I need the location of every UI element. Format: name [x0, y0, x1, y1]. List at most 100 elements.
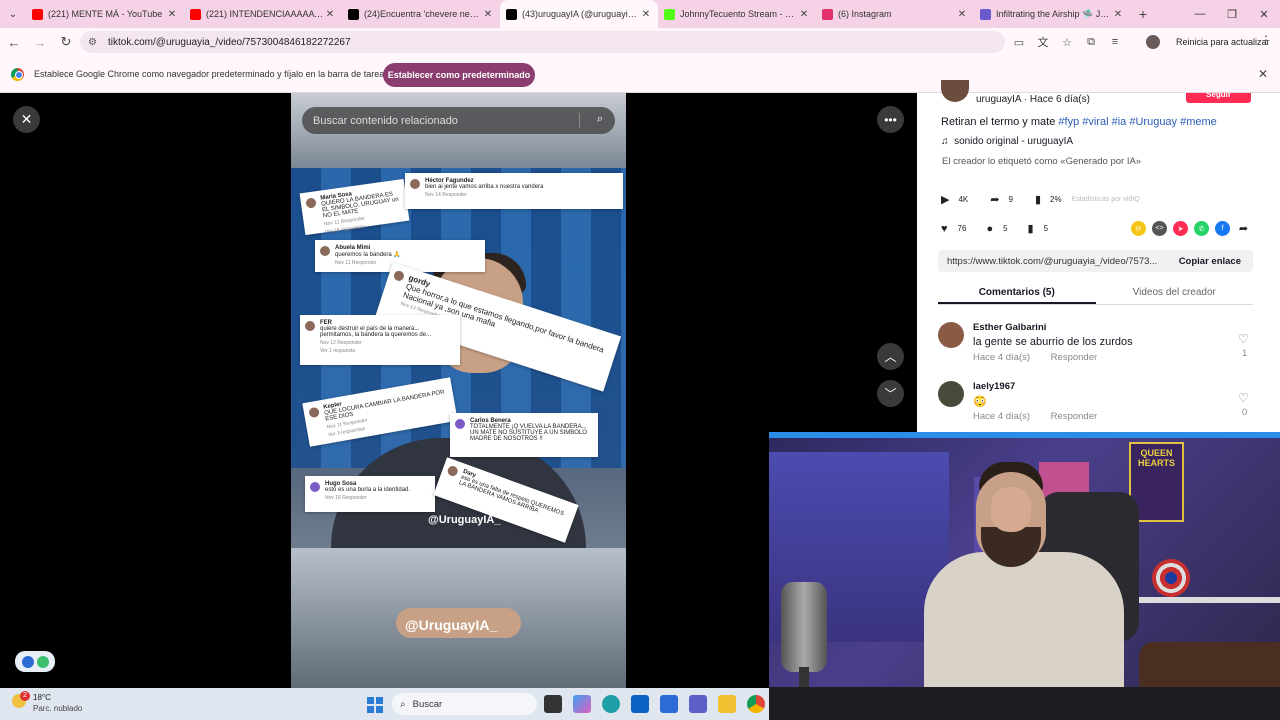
hashtag-link[interactable]: #fyp: [1058, 116, 1079, 128]
heart-icon[interactable]: ♥: [941, 223, 948, 235]
set-default-button[interactable]: Establecer como predeterminado: [383, 63, 535, 87]
tab-comments[interactable]: Comentarios (5): [938, 283, 1096, 304]
heart-outline-icon[interactable]: ♡: [1238, 332, 1249, 346]
browser-tab[interactable]: (221) INTENDENCIAAAAA | CLUB ✕: [184, 0, 342, 28]
comment-author[interactable]: Esther Galbarini: [973, 322, 1046, 333]
hashtag-link[interactable]: #viral: [1082, 116, 1108, 128]
close-tab-icon[interactable]: ✕: [482, 9, 494, 20]
author-line[interactable]: uruguayIA · Hace 6 día(s): [976, 94, 1090, 105]
minimize-icon[interactable]: —: [1184, 0, 1216, 28]
outlook-icon[interactable]: [631, 695, 649, 713]
card-text: quiere destruir el país de la manera... …: [320, 326, 432, 338]
translate-icon[interactable]: 文: [1034, 32, 1052, 52]
related-search-input[interactable]: Buscar contenido relacionado ⌕: [302, 107, 615, 134]
close-tab-icon[interactable]: ✕: [956, 9, 968, 20]
hashtag-link[interactable]: #meme: [1180, 116, 1217, 128]
comment-like-count: 1: [1242, 348, 1248, 359]
weather-widget[interactable]: 2 18°C Parc. nublado: [12, 691, 102, 718]
extensions-puzzle-icon[interactable]: ⧉: [1082, 32, 1100, 52]
taskbar-search[interactable]: ⌕ Buscar: [392, 693, 537, 715]
browser-tab-active[interactable]: (43)uruguayIA (@uruguayia_) | ✕: [500, 0, 658, 28]
start-windows-icon[interactable]: [367, 697, 383, 713]
restore-icon[interactable]: ❐: [1216, 0, 1248, 28]
close-tab-icon[interactable]: ✕: [166, 9, 178, 20]
avatar[interactable]: [938, 381, 964, 407]
card-meta: Nov 16 Responder: [325, 495, 367, 501]
video-watermark-mid: @UruguayIA_: [428, 514, 501, 526]
hashtag-link[interactable]: #ia: [1112, 116, 1127, 128]
copy-link-button[interactable]: Copiar enlace: [1179, 256, 1241, 267]
chrome-icon[interactable]: [747, 695, 765, 713]
browser-tab[interactable]: (24)Encuentra 'chevere negron' ✕: [342, 0, 500, 28]
cast-icon[interactable]: ▭: [1010, 32, 1028, 52]
bookmark-icon[interactable]: ▮: [1028, 222, 1034, 235]
search-divider: [579, 113, 580, 128]
comment-meta: Hace 4 día(s) Responder: [973, 352, 1115, 363]
previous-video-chevron-up-icon[interactable]: ︿: [877, 343, 904, 370]
avatar[interactable]: [938, 322, 964, 348]
reply-link[interactable]: Responder: [1051, 411, 1097, 422]
copilot-icon[interactable]: [573, 695, 591, 713]
card-text: TOTALMENTE ¡Q VUELVA LA BANDERA... UN MA…: [470, 424, 587, 442]
temperature: 18°C: [33, 693, 51, 702]
avatar: [320, 246, 330, 256]
card-sub: Ver 1 respuesta: [320, 348, 356, 354]
kick-icon: [664, 8, 675, 20]
search-icon[interactable]: ⌕: [597, 113, 603, 126]
search-icon: ⌕: [400, 698, 406, 710]
plays-count: 4K: [958, 195, 969, 204]
share-arrow-icon[interactable]: ➦: [990, 193, 999, 206]
comment-icon[interactable]: ●: [986, 223, 993, 235]
video-link-field[interactable]: https://www.tiktok.com/@uruguayia_/video…: [938, 250, 1253, 272]
tab-title: (43)uruguayIA (@uruguayia_) |: [522, 9, 640, 19]
hashtag-link[interactable]: #Uruguay: [1129, 116, 1177, 128]
tab-creator-videos[interactable]: Videos del creador: [1096, 283, 1254, 304]
close-window-icon[interactable]: ✕: [1248, 0, 1280, 28]
file-explorer-icon[interactable]: [718, 695, 736, 713]
tab-title: Infiltrating the Airship 🛸 Jueg: [996, 8, 1112, 19]
tab-search-chevron-icon[interactable]: ⌄: [0, 0, 26, 28]
facebook-icon[interactable]: f: [1215, 221, 1230, 236]
whatsapp-icon[interactable]: ✆: [1194, 221, 1209, 236]
send-to-friends-icon[interactable]: ➤: [1173, 221, 1188, 236]
teams-icon[interactable]: [689, 695, 707, 713]
more-options-icon[interactable]: •••: [877, 106, 904, 133]
bookmark-star-icon[interactable]: ☆: [1058, 32, 1076, 52]
instagram-icon: [822, 8, 833, 20]
profile-avatar[interactable]: [1146, 35, 1160, 49]
close-tab-icon[interactable]: ✕: [798, 9, 810, 20]
infobar-close-icon[interactable]: ✕: [1258, 67, 1268, 81]
extension-widget[interactable]: [15, 651, 55, 672]
edge-icon[interactable]: [602, 695, 620, 713]
browser-tab[interactable]: (221) MENTE MÁ - YouTube ✕: [26, 0, 184, 28]
tiktok-icon: [506, 8, 517, 20]
back-arrow-icon[interactable]: ←: [2, 30, 26, 54]
close-tab-icon[interactable]: ✕: [640, 9, 652, 20]
close-tab-icon[interactable]: ✕: [1112, 9, 1124, 20]
reply-link[interactable]: Responder: [1051, 352, 1097, 363]
store-icon[interactable]: [660, 695, 678, 713]
browser-tab[interactable]: Infiltrating the Airship 🛸 Jueg ✕: [974, 0, 1130, 28]
close-tab-icon[interactable]: ✕: [324, 9, 336, 20]
browser-menu-icon[interactable]: ⋮: [1260, 33, 1272, 47]
reload-icon[interactable]: ↻: [54, 30, 78, 54]
forward-arrow-icon[interactable]: →: [28, 30, 52, 54]
reading-list-icon[interactable]: ≡: [1106, 32, 1124, 52]
url-bar[interactable]: ⚙ tiktok.com/@uruguayia_/video/757300484…: [80, 31, 1005, 53]
twitch-icon: [980, 8, 991, 20]
analytics-bars-icon[interactable]: ▮: [1035, 193, 1041, 206]
sound-link[interactable]: ♫ sonido original - uruguayIA: [941, 136, 1073, 147]
site-info-icon[interactable]: ⚙: [88, 37, 100, 48]
task-view-icon[interactable]: [544, 695, 562, 713]
browser-tab[interactable]: (6) Instagram ✕: [816, 0, 974, 28]
close-video-icon[interactable]: ✕: [13, 106, 40, 133]
new-tab-plus-icon[interactable]: +: [1130, 6, 1156, 22]
next-video-chevron-down-icon[interactable]: ﹀: [877, 380, 904, 407]
repost-icon[interactable]: ⟳: [1131, 221, 1146, 236]
follow-button[interactable]: Seguir: [1186, 93, 1251, 103]
browser-tab[interactable]: JohnnyTecuento Stream - Watc ✕: [658, 0, 816, 28]
more-share-arrow-icon[interactable]: ➦: [1236, 221, 1251, 236]
comment-author[interactable]: laely1967: [973, 381, 1015, 392]
heart-outline-icon[interactable]: ♡: [1238, 391, 1249, 405]
embed-icon[interactable]: <>: [1152, 221, 1167, 236]
